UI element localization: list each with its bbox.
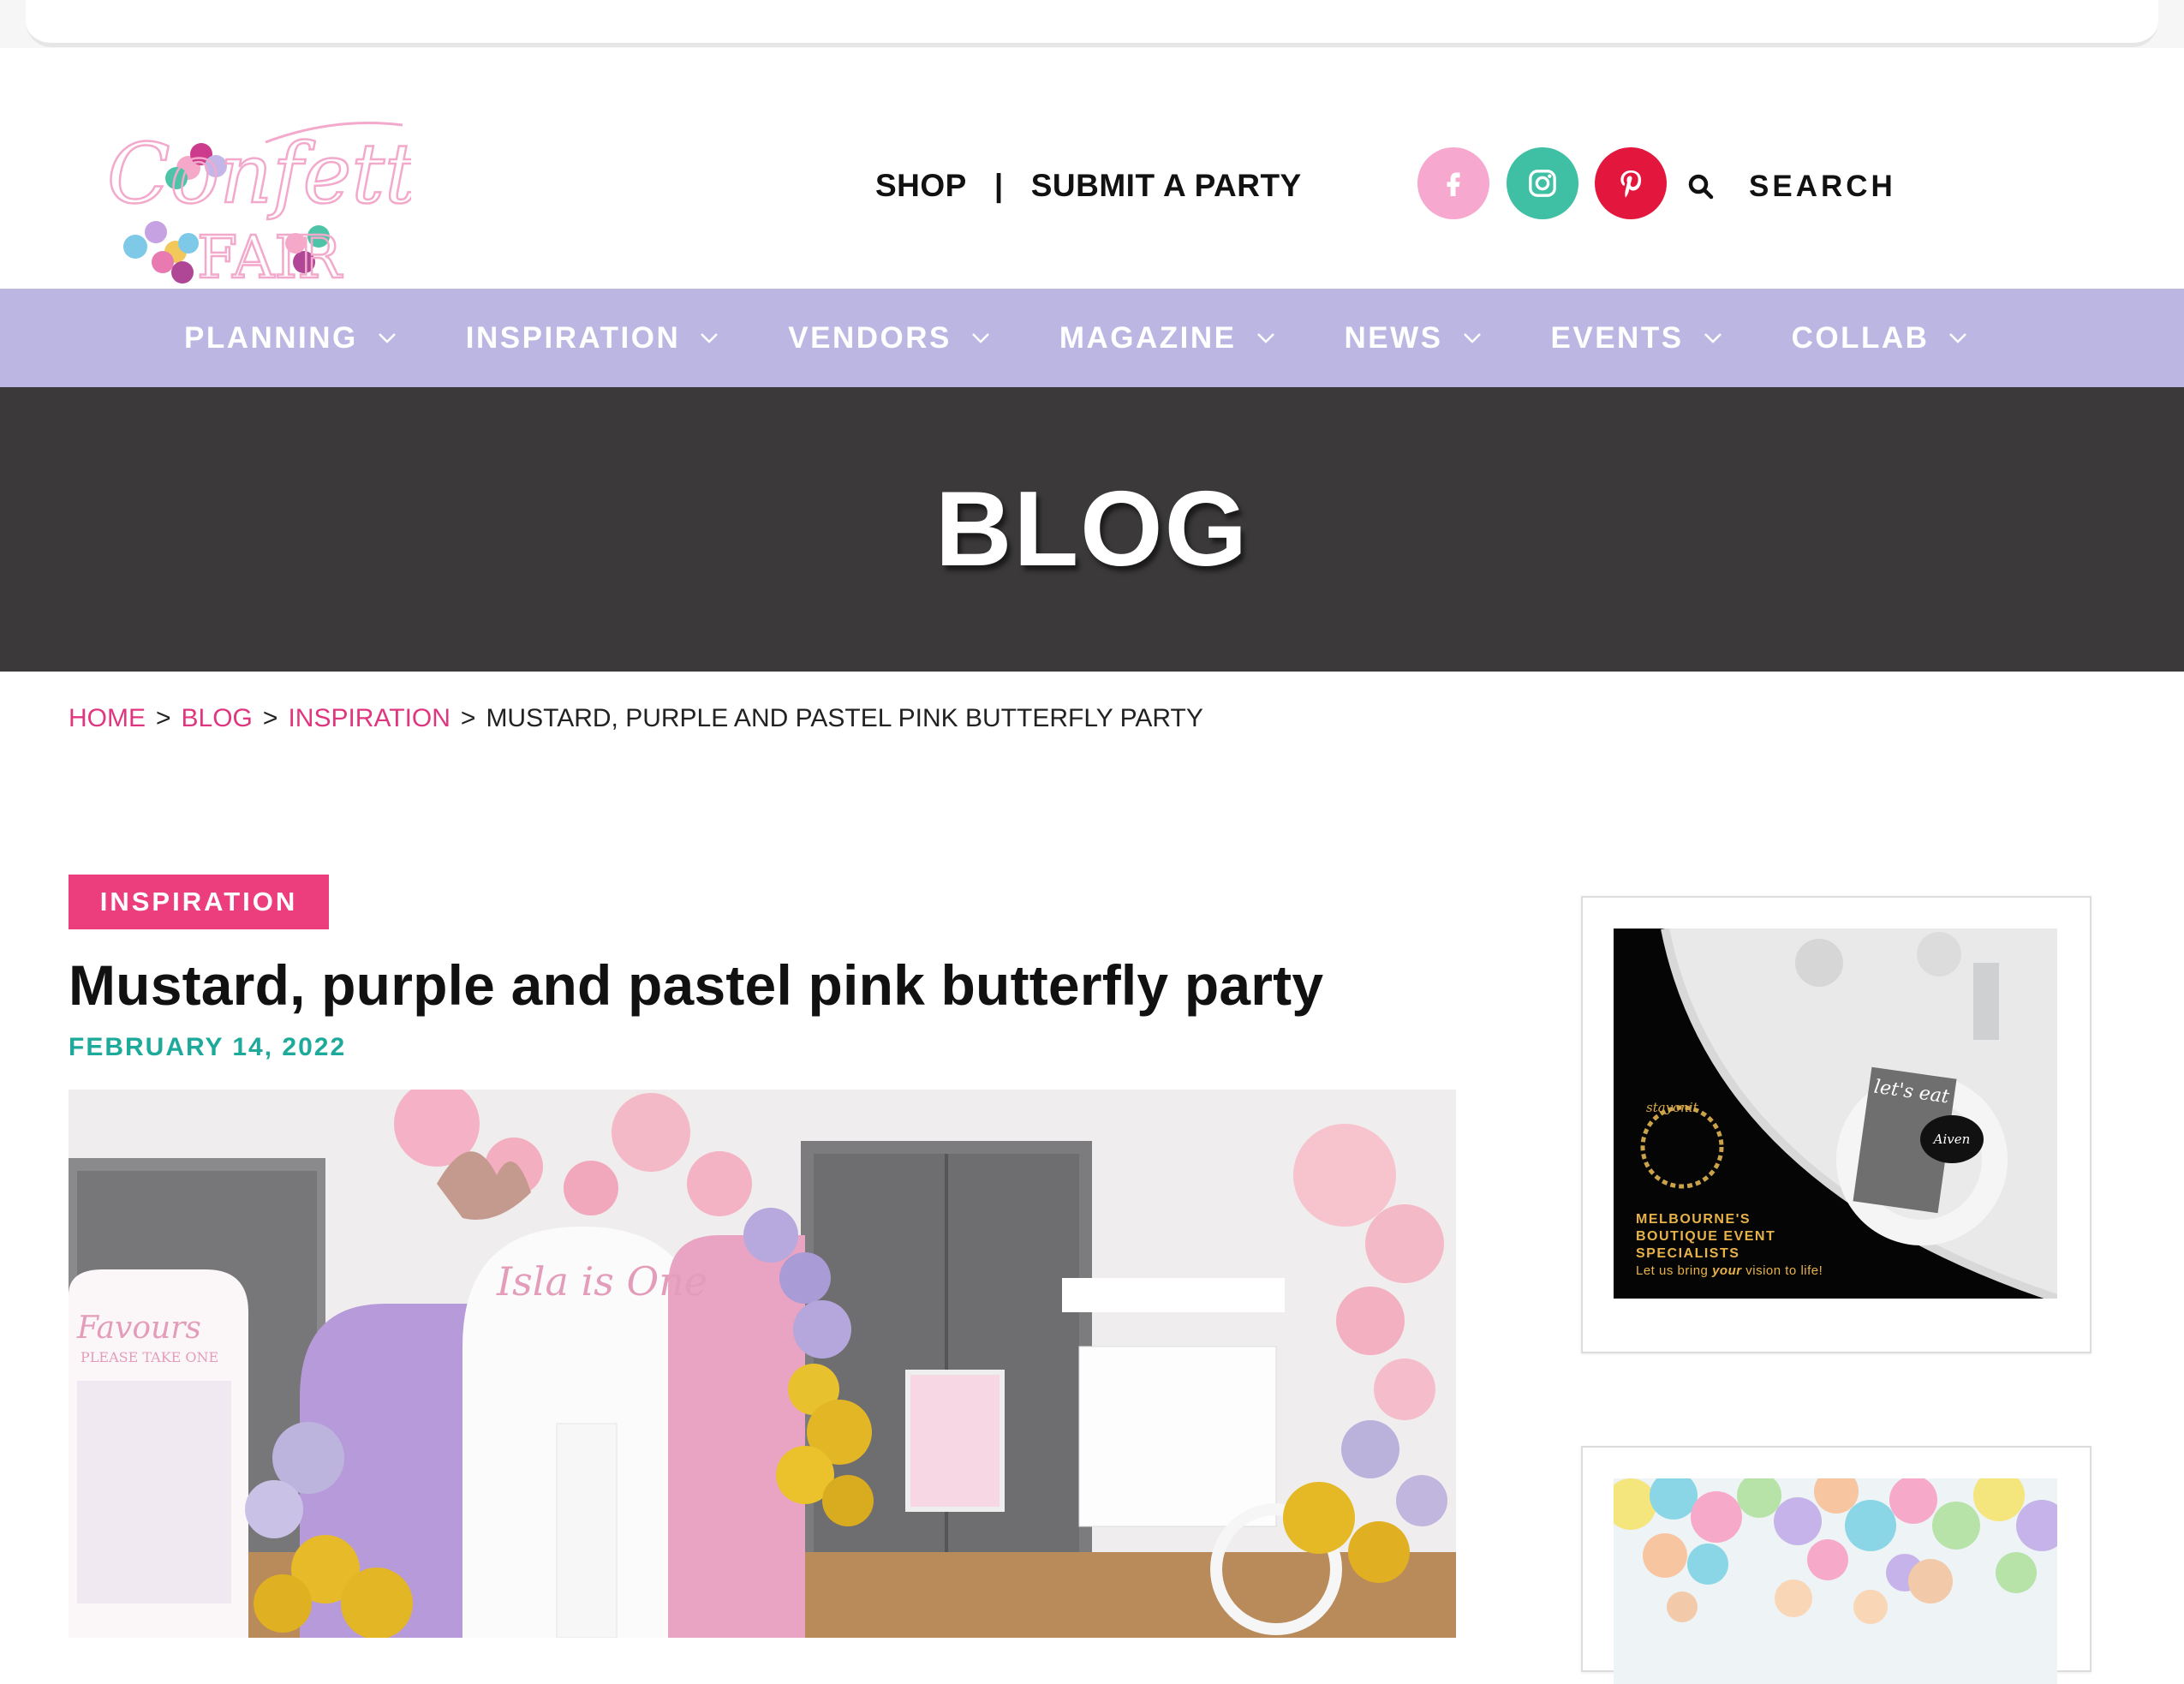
chevron-down-icon [378,332,396,343]
search-button[interactable]: SEARCH [1686,170,1896,204]
instagram-button[interactable] [1507,147,1578,219]
main-nav-list: PLANNING INSPIRATION VENDORS MAGAZINE NE… [184,289,2037,387]
chevron-down-icon [701,332,719,343]
post-hero-image: Isla is One Favours PLEASE TAKE ONE [69,1090,1456,1638]
hero-sign-text: Isla is One [496,1258,707,1305]
chevron-down-icon [1949,332,1967,343]
nav-item-vendors[interactable]: VENDORS [788,321,991,355]
category-badge[interactable]: INSPIRATION [69,875,329,929]
nav-item-events[interactable]: EVENTS [1551,321,1723,355]
post-date: FEBRUARY 14, 2022 [69,1033,347,1061]
nav-item-label: NEWS [1344,320,1443,355]
nav-item-collab[interactable]: COLLAB [1792,321,1969,355]
search-icon [1688,174,1714,200]
post-title: Mustard, purple and pastel pink butterfl… [69,953,1324,1017]
nav-item-label: VENDORS [788,320,952,355]
nav-item-label: PLANNING [184,320,358,355]
ad-1-tagline: Let us bring your vision to life! [1636,1263,1823,1280]
breadcrumb-separator: > [460,704,476,732]
svg-text:Confetti: Confetti [107,126,411,222]
main-nav: PLANNING INSPIRATION VENDORS MAGAZINE NE… [0,289,2184,387]
ad-1-image: stayonit let's eat Aiven MELBOURNE'S BOU… [1614,929,2057,1299]
ad-1-line-1: MELBOURNE'S [1636,1212,1751,1227]
nav-item-label: INSPIRATION [465,320,681,355]
pinterest-button[interactable] [1595,147,1667,219]
banner-title: BLOG [934,470,1250,588]
nav-item-planning[interactable]: PLANNING [184,321,397,355]
confetti-fair-logo[interactable]: Confetti FAIR [94,82,411,288]
blog-banner: BLOG [0,387,2184,672]
ad-1-line-3: SPECIALISTS [1636,1246,1740,1261]
breadcrumb-separator: > [156,704,171,732]
ad-1-name-tag: Aiven [1920,1115,1984,1163]
nav-item-inspiration[interactable]: INSPIRATION [466,321,719,355]
breadcrumb: HOME > BLOG > INSPIRATION > MUSTARD, PURPLE AN… [69,704,1203,733]
ad-1-brand: stayonit [1646,1100,1698,1115]
breadcrumb-blog[interactable]: BLOG [182,704,253,732]
shop-link[interactable]: SHOP [875,168,967,204]
ad-1-copy: MELBOURNE'S BOUTIQUE EVENT SPECIALISTS L… [1636,1211,1823,1280]
ad-2-artwork [1614,1478,2057,1684]
browser-top-strip [0,0,2184,48]
nav-item-label: EVENTS [1550,320,1684,355]
sidebar-ad-2[interactable] [1581,1446,2092,1684]
ad-2-image [1614,1478,2057,1684]
svg-text:FAIR: FAIR [197,224,343,288]
pinterest-icon [1620,170,1642,198]
header-links: SHOP | SUBMIT A PARTY [875,168,1302,204]
hero-favours-subtext: PLEASE TAKE ONE [81,1349,218,1365]
ad-1-tagline-emphasis: your [1712,1263,1742,1278]
nav-item-label: COLLAB [1791,320,1930,355]
ad-1-tagline-end: vision to life! [1745,1263,1823,1278]
site-header: Confetti FAIR SHOP | SUBMIT A PARTY SEAR… [0,48,2184,288]
chevron-down-icon [1463,332,1481,343]
facebook-icon [1447,172,1460,196]
nav-item-news[interactable]: NEWS [1345,321,1483,355]
top-bar [26,0,2158,47]
instagram-icon [1529,170,1556,197]
nav-item-label: MAGAZINE [1059,320,1237,355]
ad-1-line-2: BOUTIQUE EVENT [1636,1229,1776,1244]
breadcrumb-inspiration[interactable]: INSPIRATION [288,704,450,732]
submit-a-party-link[interactable]: SUBMIT A PARTY [1031,168,1302,204]
chevron-down-icon [971,332,989,343]
chevron-down-icon [1704,332,1722,343]
ad-1-tagline-start: Let us bring [1636,1263,1709,1278]
search-label: SEARCH [1749,170,1896,203]
hero-favours-text: Favours [76,1311,201,1346]
breadcrumb-home[interactable]: HOME [69,704,146,732]
breadcrumb-current: MUSTARD, PURPLE AND PASTEL PINK BUTTERFL… [486,704,1203,732]
breadcrumb-separator: > [262,704,278,732]
link-separator: | [994,168,1004,203]
facebook-button[interactable] [1417,147,1489,219]
sidebar-ad-1[interactable]: stayonit let's eat Aiven MELBOURNE'S BOU… [1581,896,2092,1353]
chevron-down-icon [1256,332,1274,343]
nav-item-magazine[interactable]: MAGAZINE [1059,321,1276,355]
